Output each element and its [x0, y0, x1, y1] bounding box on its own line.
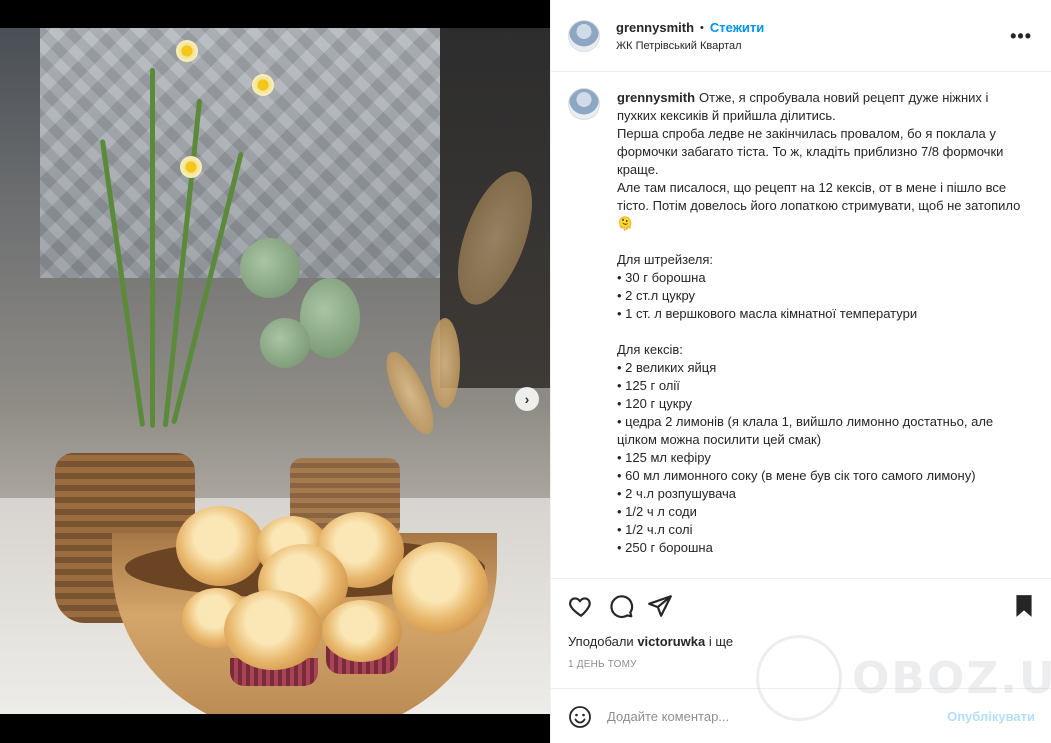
eucalyptus-leaf	[260, 318, 310, 368]
carousel-next-button[interactable]: ›	[515, 387, 539, 411]
dried-grass	[430, 318, 460, 408]
post-photo[interactable]: ›	[0, 28, 550, 714]
muffin	[392, 542, 488, 634]
bookmark-icon[interactable]	[1011, 593, 1037, 619]
more-icon[interactable]: •••	[1010, 26, 1032, 47]
username-link[interactable]: grennysmith	[616, 20, 694, 35]
location-link[interactable]: ЖК Петрівський Квартал	[616, 40, 742, 52]
post-header: grennysmith • Стежити ЖК Петрівський Ква…	[551, 0, 1051, 72]
daffodil-flower	[180, 156, 202, 178]
post-timestamp[interactable]: 1 ДЕНЬ ТОМУ	[568, 659, 637, 670]
post-details-panel: grennysmith • Стежити ЖК Петрівський Ква…	[550, 0, 1051, 743]
muffin	[176, 506, 264, 586]
plant-stem	[150, 68, 155, 428]
caption-section: grennysmith Отже, я спробувала новий реце…	[551, 73, 1051, 578]
publish-button[interactable]: Опублікувати	[947, 709, 1035, 724]
eucalyptus-leaf	[240, 238, 300, 298]
comment-form: Опублікувати	[551, 688, 1051, 743]
daffodil-flower	[252, 74, 274, 96]
likes-more-link[interactable]: і ще	[709, 634, 733, 649]
liker-username[interactable]: victoruwka	[637, 634, 705, 649]
separator-dot: •	[700, 21, 704, 34]
muffin	[224, 590, 322, 670]
chevron-right-icon: ›	[524, 391, 530, 407]
caption-text-block: grennysmith Отже, я спробувала новий реце…	[617, 89, 1027, 557]
caption-avatar[interactable]	[568, 88, 600, 120]
likes-prefix: Уподобали	[568, 634, 634, 649]
caption-text: Отже, я спробувала новий рецепт дуже ніж…	[617, 90, 1021, 555]
follow-button[interactable]: Стежити	[710, 20, 764, 35]
comment-icon[interactable]	[608, 593, 634, 619]
muffin	[322, 600, 402, 662]
likes-summary: Уподобали victoruwka і ще	[568, 634, 733, 649]
paper-plane-icon[interactable]	[647, 593, 673, 619]
daffodil-flower	[176, 40, 198, 62]
avatar[interactable]	[568, 20, 600, 52]
actions-section: Уподобали victoruwka і ще 1 ДЕНЬ ТОМУ	[551, 578, 1051, 688]
caption-username[interactable]: grennysmith	[617, 90, 695, 105]
post-modal: › grennysmith • Стежити ЖК Петрівський К…	[0, 0, 1051, 743]
smiley-icon[interactable]	[568, 705, 592, 729]
comment-input[interactable]	[607, 703, 927, 729]
heart-icon[interactable]	[568, 593, 594, 619]
